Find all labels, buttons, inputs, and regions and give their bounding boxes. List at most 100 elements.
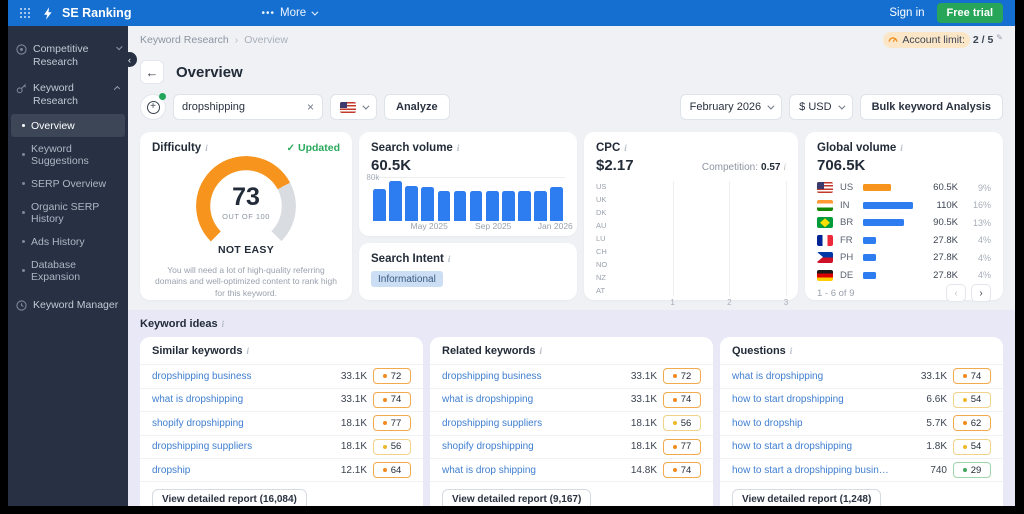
country-percent: 4% bbox=[977, 270, 991, 281]
info-icon[interactable]: i bbox=[624, 143, 627, 153]
volume-bar[interactable] bbox=[485, 190, 499, 221]
difficulty-score: 73 bbox=[232, 183, 260, 211]
keyword-link[interactable]: dropship bbox=[152, 465, 325, 476]
search-volume-card: Search volume i 60.5K 80k May 2025 Sep 20… bbox=[359, 132, 577, 236]
volume-bar[interactable] bbox=[550, 187, 563, 221]
next-page-button[interactable]: › bbox=[971, 284, 991, 302]
info-icon[interactable]: i bbox=[900, 143, 903, 153]
keyword-input[interactable] bbox=[182, 101, 301, 113]
info-icon[interactable]: i bbox=[205, 143, 208, 153]
bulk-analysis-button[interactable]: Bulk keyword Analysis bbox=[859, 94, 1003, 120]
sidebar-item-competitive-research[interactable]: Competitive Research bbox=[8, 36, 128, 75]
info-icon[interactable]: i bbox=[247, 346, 250, 356]
chevron-down-icon bbox=[767, 102, 775, 110]
sidebar-collapse-button[interactable]: ‹ bbox=[122, 52, 137, 67]
keyword-link[interactable]: dropshipping business bbox=[442, 371, 615, 382]
keyword-link[interactable]: how to dropship bbox=[732, 418, 905, 429]
sidebar-item-database-expansion[interactable]: Database Expansion bbox=[8, 253, 128, 288]
updated-badge: ✓ Updated bbox=[286, 142, 340, 154]
clear-icon[interactable]: × bbox=[307, 100, 314, 114]
back-button[interactable]: ← bbox=[140, 60, 164, 84]
keyword-link[interactable]: what is dropshipping bbox=[442, 394, 615, 405]
sidebar-item-serp-overview[interactable]: SERP Overview bbox=[8, 172, 128, 195]
apps-grid-icon[interactable] bbox=[20, 7, 31, 19]
view-report-button[interactable]: View detailed report (1,248) bbox=[732, 488, 882, 506]
account-limit: Account limit: 2 / 5 ✎ bbox=[883, 32, 1003, 48]
volume-bar[interactable] bbox=[863, 254, 876, 262]
keyword-link[interactable]: dropshipping suppliers bbox=[152, 441, 325, 452]
country-code: DK bbox=[596, 207, 607, 217]
volume-bar[interactable] bbox=[863, 201, 913, 209]
sidebar-item-keyword-research[interactable]: Keyword Research bbox=[8, 75, 128, 114]
search-volume-value: 60.5K bbox=[371, 157, 412, 174]
sidebar-item-keyword-suggestions[interactable]: Keyword Suggestions bbox=[8, 137, 128, 172]
sidebar-item-keyword-manager[interactable]: Keyword Manager bbox=[8, 292, 128, 319]
keyword-volume: 1.8K bbox=[926, 441, 947, 453]
keyword-link[interactable]: what is dropshipping bbox=[152, 394, 325, 405]
prev-page-button[interactable]: ‹ bbox=[946, 284, 966, 302]
volume-bar[interactable] bbox=[405, 186, 418, 221]
volume-bar[interactable] bbox=[518, 190, 531, 221]
volume-bar[interactable] bbox=[863, 236, 876, 244]
sidebar-item-organic-serp-history[interactable]: Organic SERP History bbox=[8, 195, 128, 230]
info-icon[interactable]: i bbox=[222, 319, 225, 329]
more-menu[interactable]: ••• More bbox=[261, 7, 319, 19]
middle-column: Search volume i 60.5K 80k May 2025 Sep 20… bbox=[359, 132, 577, 300]
table-row: dropshipping suppliers 18.1K 56 bbox=[140, 434, 423, 459]
chevron-down-icon bbox=[116, 43, 123, 51]
edit-pencil-icon[interactable]: ✎ bbox=[996, 33, 1003, 42]
keyword-link[interactable]: shopify dropshipping bbox=[152, 418, 325, 429]
keyword-link[interactable]: what is dropshipping bbox=[732, 371, 905, 382]
keyword-link[interactable]: dropshipping suppliers bbox=[442, 418, 615, 429]
volume-bar[interactable] bbox=[502, 191, 515, 221]
brand[interactable]: SE Ranking bbox=[41, 6, 131, 21]
volume-bar[interactable] bbox=[534, 191, 547, 221]
volume-bar[interactable] bbox=[863, 184, 891, 192]
keyword-link[interactable]: how to start a dropshipping bbox=[732, 441, 905, 452]
keyword-volume: 33.1K bbox=[920, 370, 947, 382]
period-select[interactable]: February 2026 bbox=[679, 94, 783, 120]
keyword-link[interactable]: what is drop shipping bbox=[442, 465, 615, 476]
breadcrumb-parent[interactable]: Keyword Research bbox=[140, 34, 229, 46]
view-report-button[interactable]: View detailed report (9,167) bbox=[442, 488, 592, 506]
country-code: PH bbox=[840, 252, 854, 264]
volume-bar[interactable] bbox=[421, 186, 434, 221]
info-icon[interactable]: i bbox=[540, 346, 543, 356]
volume-bar[interactable] bbox=[469, 191, 483, 221]
chevron-down-icon bbox=[311, 8, 319, 16]
difficulty-badge: 64 bbox=[373, 462, 411, 479]
view-report-button[interactable]: View detailed report (16,084) bbox=[152, 488, 307, 506]
info-icon[interactable]: i bbox=[457, 143, 460, 153]
region-select[interactable] bbox=[330, 94, 377, 120]
volume-bar[interactable] bbox=[373, 188, 386, 221]
sign-in-link[interactable]: Sign in bbox=[889, 7, 924, 19]
sidebar-item-ads-history[interactable]: Ads History bbox=[8, 230, 128, 253]
keyword-volume: 18.1K bbox=[340, 441, 367, 453]
keyword-link[interactable]: how to start dropshipping bbox=[732, 394, 905, 405]
volume-bar[interactable] bbox=[389, 181, 402, 221]
info-icon[interactable]: i bbox=[790, 346, 793, 356]
table-row: dropshipping business 33.1K 72 bbox=[140, 364, 423, 388]
keyword-link[interactable]: shopify dropshipping bbox=[442, 441, 615, 452]
free-trial-button[interactable]: Free trial bbox=[936, 3, 1003, 23]
volume-bar[interactable] bbox=[453, 191, 467, 221]
volume-bar[interactable] bbox=[863, 219, 904, 227]
difficulty-badge: 56 bbox=[663, 415, 701, 432]
info-icon[interactable]: i bbox=[448, 254, 451, 264]
sidebar-item-label: Keyword Manager bbox=[33, 299, 119, 312]
volume-bar[interactable] bbox=[437, 191, 451, 221]
sidebar-item-overview[interactable]: Overview bbox=[11, 114, 125, 138]
add-keyword-button[interactable]: + bbox=[140, 93, 166, 120]
currency-select[interactable]: $ USD bbox=[789, 94, 853, 120]
keyword-link[interactable]: how to start a dropshipping busin… bbox=[732, 465, 905, 476]
keyword-link[interactable]: dropshipping business bbox=[152, 371, 325, 382]
x-tick-label: Jan 2026 bbox=[537, 221, 573, 231]
us-flag-icon bbox=[817, 182, 833, 194]
volume-bar[interactable] bbox=[863, 271, 876, 279]
ph-flag-icon bbox=[817, 252, 833, 264]
notification-dot bbox=[159, 93, 166, 100]
analyze-button[interactable]: Analyze bbox=[384, 94, 450, 120]
keyword-ideas-grid: Similar keywords i dropshipping business 33… bbox=[140, 337, 1003, 506]
search-toolbar: + × Analyze February 2026 bbox=[140, 93, 1003, 120]
info-icon[interactable]: i bbox=[783, 162, 786, 172]
